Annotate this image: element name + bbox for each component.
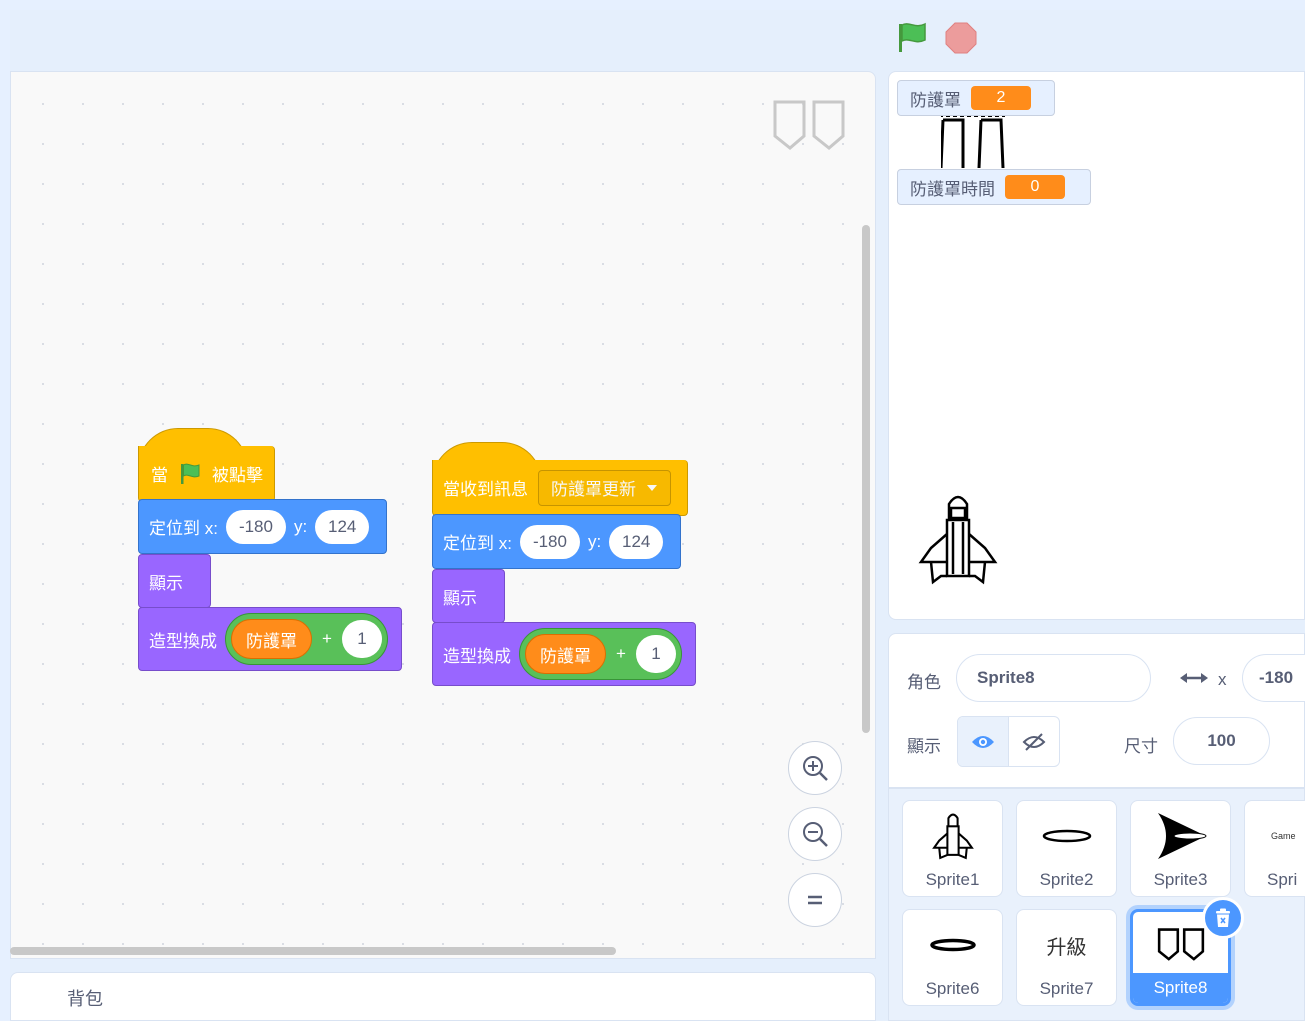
monitor-value: 0 xyxy=(1005,175,1065,199)
trash-icon xyxy=(1216,908,1230,927)
sprite-tile-sprite4[interactable]: Game Spri xyxy=(1244,800,1305,897)
plus-sign: + xyxy=(616,644,626,663)
sprite-tile-label: Sprite8 xyxy=(1133,973,1228,1003)
show-label: 顯示 xyxy=(907,737,941,756)
monitor-label: 防護罩 xyxy=(910,90,961,110)
delete-sprite-button[interactable] xyxy=(1202,897,1244,939)
current-sprite-thumbnail xyxy=(770,98,848,154)
visibility-toggle xyxy=(957,716,1060,767)
text-icon: 升級 xyxy=(1046,936,1087,959)
sprite-tile-label: Sprite3 xyxy=(1153,870,1208,889)
sprite-tile-label: Sprite1 xyxy=(925,870,980,889)
show-block[interactable]: 顯示 xyxy=(138,554,211,608)
show-sprite-button[interactable] xyxy=(958,717,1009,766)
sprite-tile-label: Sprite2 xyxy=(1039,870,1094,889)
y-label: y: xyxy=(587,531,602,551)
y-label: y: xyxy=(293,516,308,536)
goto-label: 定位到 x: xyxy=(149,519,218,538)
plus-sign: + xyxy=(322,629,332,648)
jet-sprite-icon xyxy=(918,495,998,585)
sprite-tile-label: Sprite7 xyxy=(1039,979,1094,998)
sprite-tile-sprite3[interactable]: Sprite3 xyxy=(1130,800,1231,897)
zoom-reset-button[interactable] xyxy=(788,873,842,927)
stage-header xyxy=(10,10,1305,70)
zoom-out-icon xyxy=(803,822,828,847)
sprite-tile-label: Sprite6 xyxy=(925,979,980,998)
message-name: 防護罩更新 xyxy=(551,480,636,499)
eye-icon xyxy=(971,735,994,748)
stop-icon xyxy=(945,22,977,54)
arrow-shape-icon xyxy=(1157,813,1206,859)
variable-reporter[interactable]: 防護罩 xyxy=(525,634,606,674)
when-label: 當 xyxy=(151,466,168,485)
sprite-tile-sprite2[interactable]: Sprite2 xyxy=(1016,800,1117,897)
goto-label: 定位到 x: xyxy=(443,534,512,553)
jet-icon xyxy=(931,813,974,860)
oval-icon xyxy=(929,938,976,952)
shield-sprite-icon xyxy=(941,115,1005,169)
zoom-in-icon xyxy=(803,756,828,781)
green-flag-icon xyxy=(181,463,200,484)
size-input[interactable]: 100 xyxy=(1173,717,1270,765)
add-operator[interactable]: 防護罩 + 1 xyxy=(225,613,388,665)
sprite-tile-sprite1[interactable]: Sprite1 xyxy=(902,800,1003,897)
show-label: 顯示 xyxy=(149,573,183,593)
x-input[interactable]: -180 xyxy=(519,524,580,559)
green-flag-icon xyxy=(899,22,926,52)
vertical-scrollbar[interactable] xyxy=(862,225,870,733)
go-to-xy-block[interactable]: 定位到 x: -180 y: 124 xyxy=(138,499,387,554)
sprite-tile-label: Spri xyxy=(1267,870,1298,889)
monitor-value: 2 xyxy=(971,86,1031,110)
sprite-name-label: 角色 xyxy=(907,673,941,692)
number-input[interactable]: 1 xyxy=(341,620,382,658)
show-label: 顯示 xyxy=(443,588,477,608)
go-to-xy-block[interactable]: 定位到 x: -180 y: 124 xyxy=(432,514,681,569)
zoom-in-button[interactable] xyxy=(788,741,842,795)
shield-icon xyxy=(1157,928,1204,961)
y-input[interactable]: 124 xyxy=(315,509,370,544)
switch-costume-block[interactable]: 造型換成 防護罩 + 1 xyxy=(432,622,696,686)
switch-costume-label: 造型換成 xyxy=(149,631,217,651)
x-input[interactable]: -180 xyxy=(225,509,286,544)
caret-down-icon xyxy=(647,484,657,491)
clicked-label: 被點擊 xyxy=(212,466,263,485)
green-flag-button[interactable] xyxy=(893,20,933,56)
stage[interactable]: 防護罩 2 防護罩時間 0 xyxy=(888,71,1305,620)
x-label: x xyxy=(1218,670,1227,689)
sprite-name-input[interactable]: Sprite8 xyxy=(956,654,1151,702)
message-dropdown[interactable]: 防護罩更新 xyxy=(538,469,671,506)
when-flag-clicked-block[interactable]: 當 被點擊 xyxy=(138,446,275,502)
zoom-out-button[interactable] xyxy=(788,807,842,861)
backpack-label: 背包 xyxy=(67,989,103,1009)
add-operator[interactable]: 防護罩 + 1 xyxy=(519,628,682,680)
monitor-label: 防護罩時間 xyxy=(910,179,995,199)
x-position-input[interactable]: -180 xyxy=(1242,654,1305,702)
show-block[interactable]: 顯示 xyxy=(432,569,505,623)
game-text-icon: Game xyxy=(1271,831,1296,841)
equals-icon xyxy=(808,895,822,905)
number-input[interactable]: 1 xyxy=(635,635,676,673)
backpack-bar[interactable]: 背包 xyxy=(10,972,876,1021)
stop-button[interactable] xyxy=(945,22,977,54)
eye-slash-icon xyxy=(1022,732,1046,751)
sprite-tile-sprite7[interactable]: 升級 Sprite7 xyxy=(1016,909,1117,1006)
variable-reporter[interactable]: 防護罩 xyxy=(231,619,312,659)
size-label: 尺寸 xyxy=(1124,737,1158,756)
y-input[interactable]: 124 xyxy=(609,524,664,559)
when-receive-block[interactable]: 當收到訊息 防護罩更新 xyxy=(432,460,688,516)
horizontal-scrollbar[interactable] xyxy=(10,947,616,955)
variable-monitor-shield: 防護罩 2 xyxy=(897,80,1055,116)
switch-costume-label: 造型換成 xyxy=(443,646,511,666)
sprite-tile-sprite6[interactable]: Sprite6 xyxy=(902,909,1003,1006)
variable-monitor-shield-time: 防護罩時間 0 xyxy=(897,169,1091,205)
ellipse-icon xyxy=(1042,829,1091,843)
switch-costume-block[interactable]: 造型換成 防護罩 + 1 xyxy=(138,607,402,671)
horizontal-arrows-icon xyxy=(1180,673,1208,683)
when-receive-label: 當收到訊息 xyxy=(443,480,528,499)
hide-sprite-button[interactable] xyxy=(1009,717,1060,766)
